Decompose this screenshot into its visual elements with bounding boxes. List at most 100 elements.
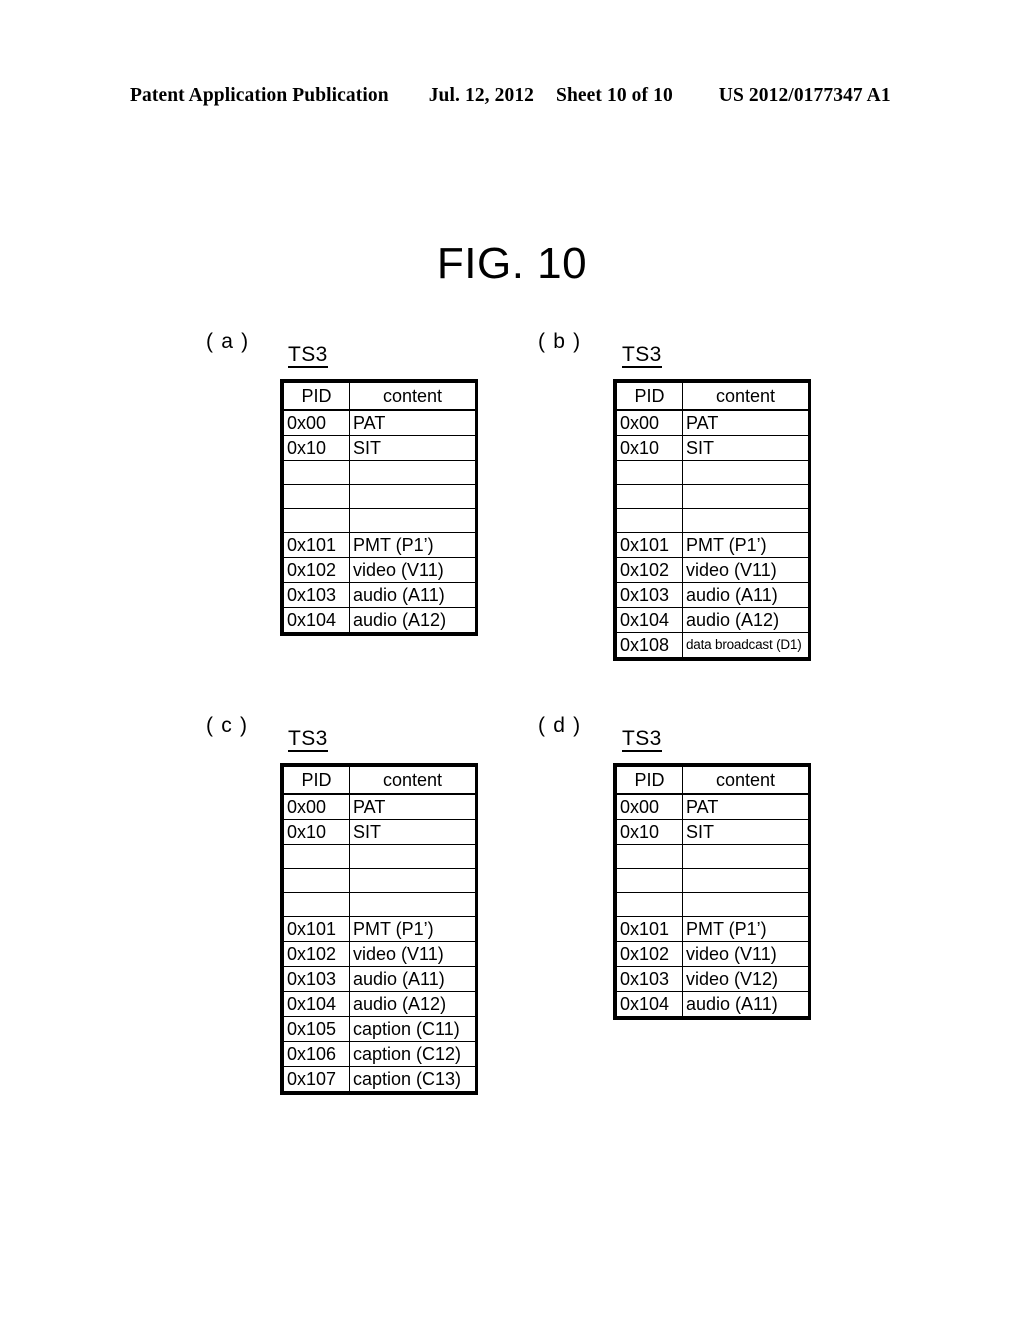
table-row: 0x106 caption (C12) [283,1041,476,1067]
table-row-empty [283,484,476,509]
cell-pid: 0x101 [616,916,683,942]
cell-pid: 0x102 [616,941,683,967]
cell-content: caption (C11) [349,1016,476,1042]
stream-label-a: TS3 [288,343,328,369]
cell-content: SIT [682,819,809,845]
column-header-pid: PID [616,382,683,411]
cell-pid: 0x00 [616,793,683,820]
cell-content: audio (A11) [349,582,476,608]
cell-content [349,892,476,917]
pid-table-b: PID content 0x00 PAT 0x10 SIT 0x101 PMT (P1’) 0x… [613,379,811,661]
cell-content: PMT (P1’) [349,916,476,942]
table-row: 0x107 caption (C13) [283,1066,476,1092]
cell-content [682,460,809,485]
table-row: 0x101 PMT (P1’) [283,532,476,558]
cell-content: audio (A12) [349,991,476,1017]
pid-table-c: PID content 0x00 PAT 0x10 SIT 0x101 PMT (P1’) 0x… [280,763,478,1095]
cell-pid [283,460,350,485]
column-header-content: content [682,382,809,411]
table-row: 0x102 video (V11) [283,941,476,967]
panel-label-d: ( d ) [538,714,582,737]
stream-label-d: TS3 [622,727,662,753]
cell-content: caption (C13) [349,1066,476,1092]
table-row-empty [616,844,809,869]
table-row-empty [283,460,476,485]
cell-content: data broadcast (D1) [682,632,809,658]
table-row-empty [616,892,809,917]
cell-content: SIT [349,819,476,845]
cell-pid: 0x104 [616,607,683,633]
cell-pid [616,460,683,485]
cell-pid: 0x00 [616,409,683,436]
cell-content: audio (A12) [682,607,809,633]
table-row: 0x104 audio (A12) [283,607,476,633]
table-row: 0x10 SIT [283,435,476,461]
cell-content: PMT (P1’) [682,916,809,942]
table-row-empty [616,484,809,509]
table-row-empty [283,844,476,869]
sheet-number: Sheet 10 of 10 [556,85,673,106]
cell-pid: 0x108 [616,632,683,658]
cell-content: video (V11) [682,557,809,583]
table-row: 0x10 SIT [283,819,476,845]
cell-content: PAT [682,793,809,820]
cell-content [682,844,809,869]
cell-pid: 0x00 [283,409,350,436]
cell-pid: 0x10 [283,435,350,461]
cell-content: video (V11) [682,941,809,967]
cell-pid [616,484,683,509]
table-row-empty [616,460,809,485]
pid-table-d: PID content 0x00 PAT 0x10 SIT 0x101 PMT (P1’) 0x… [613,763,811,1020]
cell-content: audio (A11) [682,991,809,1017]
table-row: 0x00 PAT [283,793,476,820]
cell-content [682,892,809,917]
patent-header: Patent Application Publication Jul. 12, … [130,85,900,115]
cell-pid: 0x103 [616,966,683,992]
cell-content [349,508,476,533]
cell-content [349,868,476,893]
cell-content [349,844,476,869]
cell-pid: 0x103 [283,582,350,608]
table-row: 0x00 PAT [283,409,476,436]
cell-pid [283,892,350,917]
table-row-empty [283,868,476,893]
table-row: 0x00 PAT [616,409,809,436]
table-row: 0x102 video (V11) [283,557,476,583]
cell-pid: 0x10 [283,819,350,845]
cell-content: SIT [349,435,476,461]
table-header-row: PID content [616,766,809,795]
table-row: 0x103 video (V12) [616,966,809,992]
cell-pid: 0x102 [616,557,683,583]
cell-content: caption (C12) [349,1041,476,1067]
cell-pid [616,868,683,893]
cell-pid: 0x101 [283,916,350,942]
column-header-content: content [349,766,476,795]
table-row: 0x103 audio (A11) [283,966,476,992]
pid-table-a: PID content 0x00 PAT 0x10 SIT 0x101 PMT (P1’) 0x… [280,379,478,636]
table-row: 0x104 audio (A12) [616,607,809,633]
cell-content: audio (A11) [349,966,476,992]
table-row: 0x00 PAT [616,793,809,820]
cell-pid [283,484,350,509]
table-row: 0x101 PMT (P1’) [616,532,809,558]
table-row: 0x104 audio (A11) [616,991,809,1017]
cell-content: SIT [682,435,809,461]
cell-pid: 0x107 [283,1066,350,1092]
cell-content: audio (A12) [349,607,476,633]
stream-label-b: TS3 [622,343,662,369]
column-header-pid: PID [616,766,683,795]
panel-label-b: ( b ) [538,330,582,353]
cell-content: video (V11) [349,941,476,967]
cell-pid: 0x103 [283,966,350,992]
table-row: 0x105 caption (C11) [283,1016,476,1042]
publication-title: Patent Application Publication [130,85,389,106]
table-header-row: PID content [283,766,476,795]
cell-pid [283,844,350,869]
cell-content: PMT (P1’) [682,532,809,558]
cell-pid: 0x104 [283,991,350,1017]
table-row-empty [283,892,476,917]
patent-number: US 2012/0177347 A1 [718,85,891,106]
panel-label-a: ( a ) [206,330,250,353]
cell-pid: 0x101 [283,532,350,558]
table-row: 0x108 data broadcast (D1) [616,632,809,658]
